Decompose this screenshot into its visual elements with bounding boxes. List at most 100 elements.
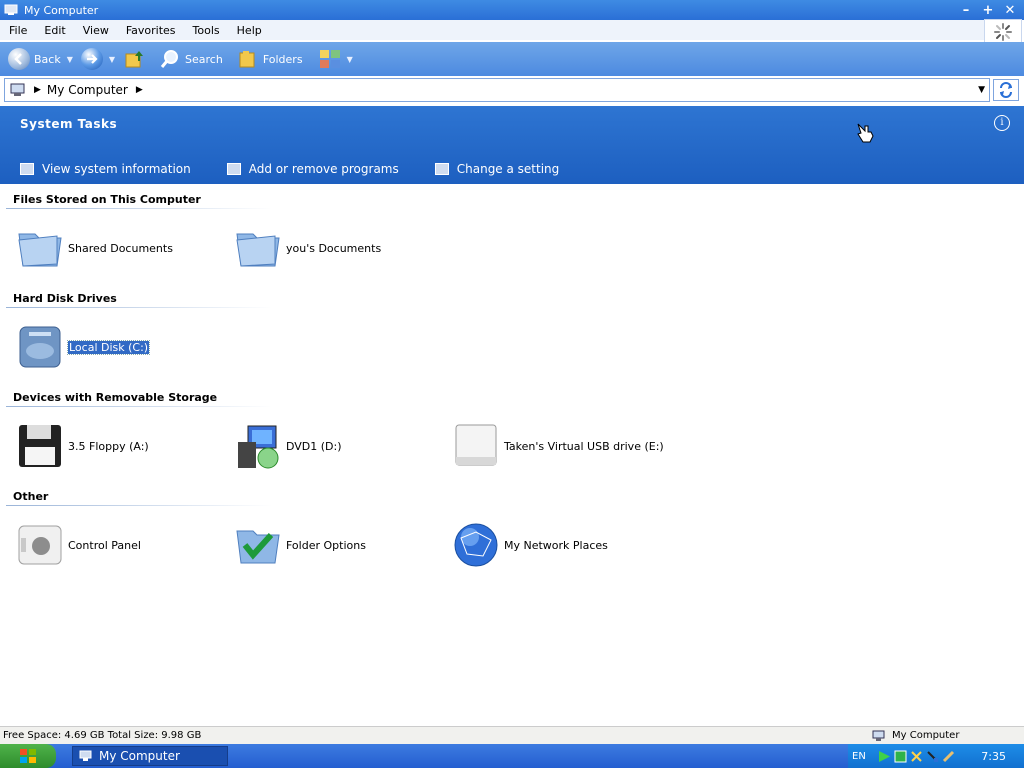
view-system-info-link[interactable]: View system information bbox=[20, 162, 191, 176]
dvd-drive-item[interactable]: DVD1 (D:) bbox=[234, 421, 444, 471]
menu-file[interactable]: File bbox=[0, 24, 35, 37]
system-tray: EN 7:35 bbox=[848, 744, 1024, 768]
globe-icon bbox=[454, 523, 498, 567]
windows-logo-icon bbox=[20, 749, 36, 763]
menu-help[interactable]: Help bbox=[228, 24, 270, 37]
address-dropdown-icon[interactable]: ▼ bbox=[978, 85, 985, 95]
info-icon[interactable]: i bbox=[994, 115, 1010, 131]
hand-cursor-icon bbox=[857, 123, 874, 143]
group-title: Files Stored on This Computer bbox=[13, 193, 201, 206]
control-panel-item[interactable]: Control Panel bbox=[16, 520, 226, 570]
throbber bbox=[984, 19, 1022, 44]
system-tasks-title: System Tasks bbox=[20, 117, 118, 131]
search-icon bbox=[160, 50, 179, 68]
folder-icon bbox=[18, 233, 62, 267]
group-title: Hard Disk Drives bbox=[13, 292, 117, 305]
usb-icon[interactable] bbox=[926, 750, 939, 763]
back-arrow-icon bbox=[8, 48, 30, 70]
up-folder-button[interactable] bbox=[123, 48, 145, 70]
menu-tools[interactable]: Tools bbox=[184, 24, 228, 37]
folder-up-icon bbox=[125, 51, 144, 68]
shared-documents-item[interactable]: Shared Documents bbox=[16, 223, 226, 273]
item-label: DVD1 (D:) bbox=[286, 439, 342, 453]
taskbar-item-label: My Computer bbox=[99, 749, 180, 763]
menu-edit[interactable]: Edit bbox=[35, 24, 73, 37]
security-icon[interactable] bbox=[910, 750, 923, 763]
computer-icon bbox=[4, 4, 18, 15]
item-label: Taken's Virtual USB drive (E:) bbox=[504, 439, 664, 453]
chevron-down-icon[interactable]: ▼ bbox=[67, 55, 73, 64]
content-pane: Files Stored on This Computer Shared Doc… bbox=[0, 186, 1024, 724]
refresh-icon bbox=[1000, 82, 1012, 98]
chevron-down-icon[interactable]: ▼ bbox=[347, 55, 353, 64]
chevron-down-icon[interactable]: ▼ bbox=[109, 55, 115, 64]
floppy-disk-icon bbox=[19, 425, 61, 467]
control-panel-icon bbox=[18, 525, 62, 565]
title-bar: My Computer – + ✕ bbox=[0, 0, 1024, 20]
system-tasks-panel: System Tasks i View system information A… bbox=[0, 106, 1024, 184]
change-setting-link[interactable]: Change a setting bbox=[434, 162, 559, 176]
dvd-drive-icon bbox=[238, 425, 279, 469]
computer-icon bbox=[79, 750, 92, 761]
spinner-icon bbox=[994, 22, 1012, 41]
computer-icon bbox=[872, 730, 885, 741]
add-remove-programs-link[interactable]: Add or remove programs bbox=[226, 162, 399, 176]
back-label: Back bbox=[34, 52, 61, 66]
toolbar: Back ▼ ▼ Search Folders ▼ bbox=[0, 42, 1024, 76]
menu-bar: File Edit View Favorites Tools Help bbox=[0, 20, 984, 40]
taskbar-item-my-computer[interactable]: My Computer bbox=[72, 746, 228, 766]
play-icon[interactable] bbox=[878, 750, 891, 763]
minimize-button[interactable]: – bbox=[958, 2, 974, 18]
taskbar: My Computer EN 7:35 bbox=[0, 744, 1024, 768]
item-label: Shared Documents bbox=[68, 241, 173, 255]
folders-icon bbox=[239, 51, 255, 68]
group-divider bbox=[6, 505, 272, 506]
status-location: My Computer bbox=[892, 730, 960, 741]
address-input[interactable]: My Computer bbox=[47, 83, 128, 97]
task-label: View system information bbox=[42, 162, 191, 176]
menu-view[interactable]: View bbox=[74, 24, 117, 37]
settings-icon bbox=[434, 163, 449, 175]
views-button[interactable]: ▼ bbox=[319, 49, 353, 69]
forward-button[interactable]: ▼ bbox=[80, 48, 115, 70]
floppy-drive-item[interactable]: 3.5 Floppy (A:) bbox=[16, 421, 226, 471]
item-label: Folder Options bbox=[286, 538, 366, 552]
breadcrumb-arrow-icon[interactable]: ▶ bbox=[34, 85, 41, 95]
item-label: 3.5 Floppy (A:) bbox=[68, 439, 149, 453]
folders-label: Folders bbox=[262, 52, 303, 66]
search-label: Search bbox=[185, 52, 223, 66]
tools-icon[interactable] bbox=[942, 750, 955, 763]
computer-icon bbox=[10, 83, 25, 96]
start-button[interactable] bbox=[0, 744, 56, 768]
item-label: Local Disk (C:) bbox=[66, 339, 151, 355]
group-title: Devices with Removable Storage bbox=[13, 391, 218, 404]
folders-button[interactable]: Folders bbox=[237, 48, 303, 70]
breadcrumb-arrow-icon[interactable]: ▶ bbox=[136, 85, 143, 95]
folder-options-icon bbox=[236, 530, 280, 564]
group-divider bbox=[6, 406, 272, 407]
item-label: Control Panel bbox=[68, 538, 141, 552]
folder-options-item[interactable]: Folder Options bbox=[234, 520, 444, 570]
back-button[interactable]: Back ▼ bbox=[8, 48, 73, 70]
programs-icon bbox=[226, 163, 241, 175]
group-divider bbox=[6, 208, 272, 209]
views-icon bbox=[319, 50, 340, 68]
status-bar: Free Space: 4.69 GB Total Size: 9.98 GB … bbox=[0, 726, 1024, 744]
item-label: you's Documents bbox=[286, 241, 382, 255]
usb-drive-item[interactable]: Taken's Virtual USB drive (E:) bbox=[452, 421, 712, 471]
local-disk-item[interactable]: Local Disk (C:) bbox=[16, 322, 226, 372]
group-title: Other bbox=[13, 490, 49, 503]
menu-favorites[interactable]: Favorites bbox=[117, 24, 184, 37]
language-indicator[interactable]: EN bbox=[852, 751, 866, 762]
item-label: My Network Places bbox=[504, 538, 608, 552]
refresh-button[interactable] bbox=[993, 79, 1019, 101]
status-free-space: Free Space: 4.69 GB Total Size: 9.98 GB bbox=[3, 730, 202, 741]
user-documents-item[interactable]: you's Documents bbox=[234, 223, 444, 273]
forward-arrow-icon bbox=[80, 48, 103, 70]
network-icon[interactable] bbox=[894, 750, 907, 763]
network-places-item[interactable]: My Network Places bbox=[452, 520, 662, 570]
maximize-button[interactable]: + bbox=[980, 2, 996, 18]
address-bar[interactable]: ▶ My Computer ▶ ▼ bbox=[4, 78, 990, 102]
search-button[interactable]: Search bbox=[159, 48, 223, 70]
close-button[interactable]: ✕ bbox=[1002, 2, 1018, 18]
